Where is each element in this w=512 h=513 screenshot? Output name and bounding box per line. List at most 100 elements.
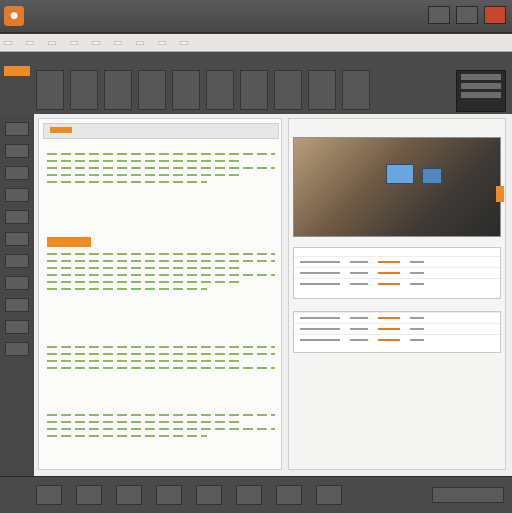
menubar-item[interactable] (4, 40, 12, 45)
text-line (47, 421, 241, 423)
doc-section-3 (47, 341, 275, 374)
bottom-button[interactable] (316, 485, 342, 505)
table-cell (350, 272, 368, 274)
table-cell (350, 283, 368, 285)
table-cell (378, 339, 400, 341)
menubar-item[interactable] (70, 40, 78, 45)
table-cell (300, 317, 340, 319)
title-bar: ● (0, 0, 512, 33)
table-row (294, 323, 500, 334)
text-line (47, 267, 241, 269)
menubar-item[interactable] (158, 40, 166, 45)
menubar-item[interactable] (114, 40, 122, 45)
toolbar-button[interactable] (274, 70, 302, 110)
bottom-button[interactable] (196, 485, 222, 505)
text-line (47, 274, 275, 276)
bottom-button[interactable] (116, 485, 142, 505)
toolbar-button[interactable] (138, 70, 166, 110)
text-line (47, 367, 275, 369)
section-badge[interactable] (47, 237, 91, 247)
text-line (47, 288, 207, 290)
text-line (47, 160, 241, 162)
text-line (47, 181, 207, 183)
tool-icon[interactable] (5, 210, 29, 224)
info-table (293, 311, 501, 353)
tool-icon[interactable] (5, 232, 29, 246)
table-cell (378, 283, 400, 285)
bottom-button[interactable] (76, 485, 102, 505)
menubar-item[interactable] (180, 40, 188, 45)
text-line (47, 353, 275, 355)
tool-icon[interactable] (5, 320, 29, 334)
tool-icon[interactable] (5, 342, 29, 356)
text-line (47, 260, 275, 262)
main-content (34, 114, 512, 476)
toolbar-button[interactable] (342, 70, 370, 110)
bottom-button[interactable] (156, 485, 182, 505)
tool-icon[interactable] (5, 254, 29, 268)
table-cell (378, 272, 400, 274)
tool-icon[interactable] (5, 122, 29, 136)
toolbar-button[interactable] (240, 70, 268, 110)
toolbar-preview (456, 70, 506, 112)
app-icon[interactable]: ● (4, 6, 24, 26)
doc-section-1 (47, 147, 275, 188)
toolbar-button[interactable] (36, 70, 64, 110)
text-line (47, 435, 207, 437)
table-row (294, 278, 500, 289)
text-line (47, 253, 275, 255)
table-cell (410, 272, 424, 274)
menubar-item[interactable] (48, 40, 56, 45)
text-line (47, 153, 275, 155)
menubar-item[interactable] (92, 40, 100, 45)
preview-bar (461, 92, 501, 98)
table-row (294, 334, 500, 345)
table-cell (378, 261, 400, 263)
table-cell (410, 328, 424, 330)
table-cell (350, 339, 368, 341)
toolbar-accent[interactable] (4, 66, 30, 76)
table-cell (378, 317, 400, 319)
table-cell (300, 261, 340, 263)
table-cell (300, 283, 340, 285)
toolbar-button[interactable] (206, 70, 234, 110)
table-cell (410, 261, 424, 263)
toolbar-button[interactable] (308, 70, 336, 110)
tool-icon[interactable] (5, 298, 29, 312)
menubar-item[interactable] (136, 40, 144, 45)
menubar-item[interactable] (26, 40, 34, 45)
image-edge-tab[interactable] (496, 186, 504, 202)
maximize-button[interactable] (456, 6, 478, 24)
bottom-button[interactable] (236, 485, 262, 505)
toolbar (0, 52, 512, 115)
tool-icon[interactable] (5, 276, 29, 290)
table-cell (350, 317, 368, 319)
bottom-controls (36, 485, 342, 505)
bottom-button[interactable] (276, 485, 302, 505)
tool-icon[interactable] (5, 166, 29, 180)
toolbar-button[interactable] (104, 70, 132, 110)
table-cell (410, 283, 424, 285)
table-cell (300, 272, 340, 274)
tool-icon[interactable] (5, 144, 29, 158)
table-cell (410, 317, 424, 319)
toolbar-button[interactable] (70, 70, 98, 110)
document-header (43, 123, 279, 139)
window-controls (428, 6, 506, 24)
close-button[interactable] (484, 6, 506, 24)
monitor-screen (422, 168, 442, 184)
bottom-button[interactable] (36, 485, 62, 505)
bottom-bar (0, 476, 512, 513)
text-line (47, 281, 241, 283)
text-line (47, 167, 275, 169)
text-line (47, 414, 275, 416)
document-header-tag[interactable] (50, 127, 72, 133)
table-cell (300, 328, 340, 330)
text-line (47, 360, 241, 362)
text-line (47, 174, 241, 176)
tool-icon[interactable] (5, 188, 29, 202)
minimize-button[interactable] (428, 6, 450, 24)
toolbar-button[interactable] (172, 70, 200, 110)
table-row (294, 312, 500, 323)
info-table (293, 247, 501, 299)
